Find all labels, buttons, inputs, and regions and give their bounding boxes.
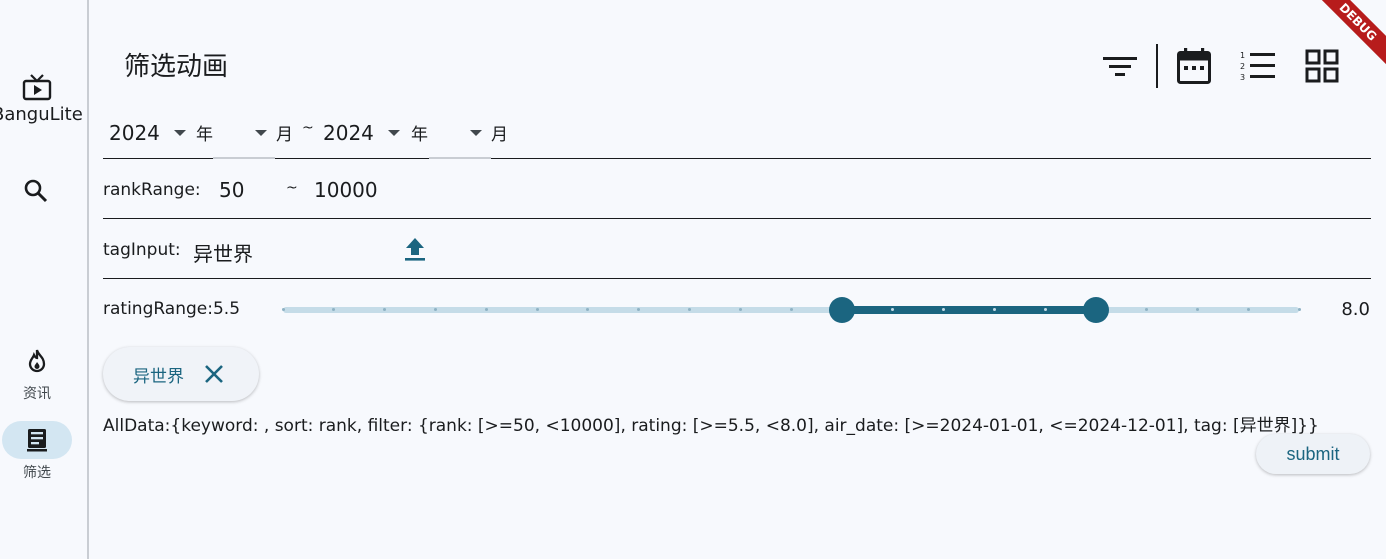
- app-window: BanguLite 资讯 筛选 筛选动画 1 2 3 2024 年 月 ~ 20…: [0, 0, 1386, 559]
- tag-chip-label: 异世界: [133, 366, 184, 387]
- svg-text:2: 2: [1240, 62, 1245, 71]
- search-button[interactable]: [22, 177, 50, 205]
- slider-tick: [535, 308, 539, 311]
- app-name: BanguLite: [0, 104, 83, 125]
- book-icon: [27, 429, 47, 452]
- tag-input-field[interactable]: 异世界: [193, 238, 253, 267]
- app-brand: BanguLite: [0, 74, 87, 134]
- slider-tick: [484, 308, 488, 311]
- date-range-row: 2024 年 月 ~ 2024 年 月: [103, 100, 1371, 159]
- slider-tick: [992, 308, 996, 311]
- slider-tick: [433, 308, 437, 311]
- upload-button[interactable]: [403, 236, 427, 266]
- start-year-dropdown[interactable]: 2024: [109, 120, 186, 146]
- header-actions: 1 2 3: [1098, 44, 1344, 88]
- slider-tick: [738, 308, 742, 311]
- chevron-down-icon: [387, 130, 400, 136]
- start-month-unit: 月: [276, 125, 293, 145]
- slider-tick: [1246, 308, 1250, 311]
- slider-tick: [1043, 308, 1047, 311]
- rail-item-filter-indicator: [2, 421, 72, 459]
- slider-tick: [1195, 308, 1199, 311]
- chevron-down-icon: [173, 130, 186, 136]
- fire-icon: [28, 349, 46, 373]
- query-summary: AllData:{keyword: , sort: rank, filter: …: [103, 416, 1319, 436]
- grid-view-button[interactable]: [1300, 44, 1344, 88]
- slider-tick: [789, 308, 793, 311]
- chip-delete-button[interactable]: [204, 364, 224, 384]
- slider-active-track: [841, 306, 1096, 314]
- rail-item-news-indicator: [2, 342, 72, 380]
- calendar-icon: [1177, 48, 1211, 84]
- rail-item-filter-label: 筛选: [23, 465, 51, 481]
- grid-view-icon: [1305, 49, 1339, 83]
- numbered-list-icon: 1 2 3: [1240, 51, 1275, 82]
- calendar-button[interactable]: [1172, 44, 1216, 88]
- upload-icon: [405, 238, 425, 261]
- slider-thumb-low[interactable]: [828, 297, 855, 323]
- slider-thumb-high[interactable]: [1082, 297, 1109, 323]
- chevron-down-icon: [255, 130, 267, 136]
- svg-text:3: 3: [1240, 73, 1245, 82]
- end-year-value: 2024: [323, 121, 374, 145]
- start-year-value: 2024: [109, 121, 160, 145]
- toolbar-divider: [1156, 44, 1158, 88]
- rating-max-value: 8.0: [1341, 299, 1370, 320]
- rating-range-slider[interactable]: [281, 296, 1301, 324]
- date-separator: ~: [302, 120, 314, 136]
- rating-range-label: ratingRange:5.5: [103, 299, 241, 319]
- start-month-dropdown[interactable]: [255, 120, 267, 146]
- page-title: 筛选动画: [124, 52, 229, 82]
- chevron-down-icon: [470, 130, 482, 136]
- tag-input-row: tagInput: 异世界: [103, 220, 1371, 279]
- end-month-dropdown[interactable]: [470, 120, 482, 146]
- end-year-dropdown[interactable]: 2024: [323, 120, 400, 146]
- search-icon: [24, 179, 48, 203]
- start-month-underline: [213, 157, 275, 159]
- navigation-rail: BanguLite 资讯 筛选: [0, 0, 89, 559]
- slider-tick: [687, 308, 691, 311]
- submit-button[interactable]: submit: [1256, 434, 1370, 474]
- rank-range-row: rankRange: 50 ~ 10000: [103, 160, 1371, 219]
- rail-item-news[interactable]: 资讯: [0, 342, 74, 403]
- filter-button[interactable]: [1098, 44, 1142, 88]
- svg-text:1: 1: [1240, 51, 1245, 60]
- filter-list-icon: [1103, 57, 1137, 76]
- tag-chip[interactable]: 异世界: [103, 347, 259, 401]
- rank-min-input[interactable]: 50: [219, 178, 244, 202]
- slider-tick: [281, 308, 285, 311]
- start-year-unit: 年: [196, 125, 213, 145]
- numbered-list-button[interactable]: 1 2 3: [1236, 44, 1280, 88]
- close-icon: [205, 365, 223, 383]
- rank-separator: ~: [286, 180, 298, 196]
- end-year-unit: 年: [411, 125, 428, 145]
- tv-icon: [22, 74, 52, 101]
- rank-max-input[interactable]: 10000: [314, 178, 378, 202]
- rail-item-news-label: 资讯: [23, 386, 51, 402]
- end-month-unit: 月: [491, 125, 508, 145]
- slider-tick: [941, 308, 945, 311]
- rank-range-label: rankRange:: [103, 180, 201, 200]
- rail-item-filter[interactable]: 筛选: [0, 421, 74, 482]
- tag-input-label: tagInput:: [103, 240, 181, 260]
- end-month-underline: [429, 157, 491, 159]
- slider-tick: [1297, 308, 1301, 311]
